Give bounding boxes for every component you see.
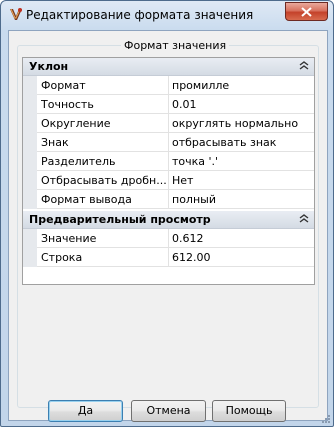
group-caption: Формат значения xyxy=(121,39,230,52)
property-name: Разделитель xyxy=(41,155,116,168)
property-value[interactable]: 0.01 xyxy=(172,98,312,111)
property-row-output-format[interactable]: Формат вывода полный xyxy=(23,190,314,209)
property-value[interactable]: промилле xyxy=(172,79,312,92)
property-name: Точность xyxy=(41,98,94,111)
app-icon xyxy=(10,8,22,20)
property-row-string[interactable]: Строка 612.00 xyxy=(23,248,314,267)
double-chevron-up-icon[interactable] xyxy=(299,214,309,224)
title-bar[interactable]: Редактирование формата значения xyxy=(1,1,333,31)
ok-button[interactable]: Да xyxy=(48,400,123,422)
dialog-client-area: Формат значения Уклон Формат промилле То… xyxy=(8,30,328,421)
property-name: Значение xyxy=(41,232,97,245)
window-title: Редактирование формата значения xyxy=(26,8,254,22)
category-header-slope[interactable]: Уклон xyxy=(23,58,314,76)
property-name: Строка xyxy=(41,251,83,264)
property-row-format[interactable]: Формат промилле xyxy=(23,76,314,95)
property-value[interactable]: полный xyxy=(172,193,312,206)
property-row-drop-fraction[interactable]: Отбрасывать дробн... Нет xyxy=(23,171,314,190)
property-row-sign[interactable]: Знак отбрасывать знак xyxy=(23,133,314,152)
property-name: Знак xyxy=(41,136,69,149)
property-value[interactable]: округлять нормально xyxy=(172,117,312,130)
property-row-separator[interactable]: Разделитель точка '.' xyxy=(23,152,314,171)
close-button[interactable] xyxy=(285,2,328,21)
property-value[interactable]: точка '.' xyxy=(172,155,312,168)
property-value[interactable]: отбрасывать знак xyxy=(172,136,312,149)
dialog-window: Редактирование формата значения Формат з… xyxy=(0,0,334,427)
cancel-button[interactable]: Отмена xyxy=(131,400,206,422)
double-chevron-up-icon[interactable] xyxy=(299,61,309,71)
property-value[interactable]: 0.612 xyxy=(172,232,312,245)
value-format-group: Формат значения Уклон Формат промилле То… xyxy=(17,39,319,408)
resize-grip-icon[interactable] xyxy=(321,414,331,424)
property-value[interactable]: Нет xyxy=(172,174,312,187)
category-header-preview[interactable]: Предварительный просмотр xyxy=(23,211,314,229)
category-label: Предварительный просмотр xyxy=(29,213,211,226)
property-row-rounding[interactable]: Округление округлять нормально xyxy=(23,114,314,133)
category-label: Уклон xyxy=(29,60,69,73)
property-name: Отбрасывать дробн... xyxy=(41,174,167,187)
property-name: Формат вывода xyxy=(41,193,132,206)
property-name: Округление xyxy=(41,117,111,130)
property-grid: Уклон Формат промилле Точность 0.01 Окру… xyxy=(22,57,315,285)
property-row-value[interactable]: Значение 0.612 xyxy=(23,229,314,248)
property-value[interactable]: 612.00 xyxy=(172,251,312,264)
help-button[interactable]: Помощь xyxy=(212,400,286,422)
property-row-precision[interactable]: Точность 0.01 xyxy=(23,95,314,114)
property-name: Формат xyxy=(41,79,86,92)
close-icon xyxy=(301,6,312,17)
